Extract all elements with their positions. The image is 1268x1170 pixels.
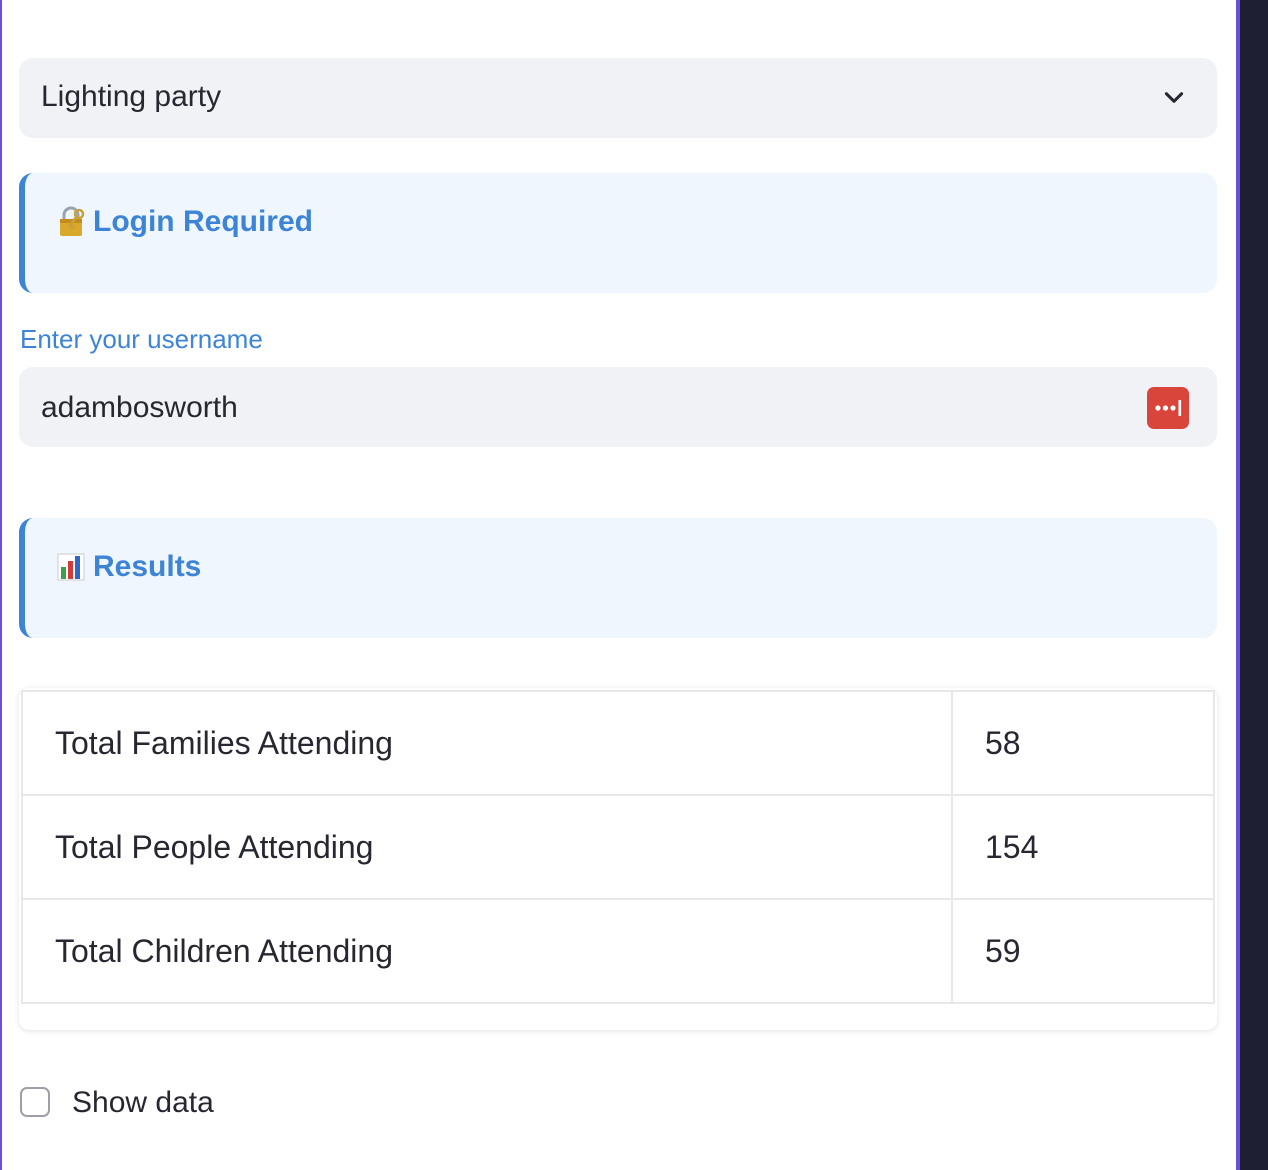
row-value: 59 <box>951 898 1215 1004</box>
login-required-heading: Login Required <box>55 205 313 239</box>
row-value: 58 <box>951 690 1215 796</box>
show-data-label[interactable]: Show data <box>72 1086 214 1120</box>
password-manager-icon[interactable] <box>1147 387 1189 429</box>
show-data-checkbox[interactable] <box>20 1087 50 1117</box>
table-row: Total Families Attending 58 <box>21 690 1215 796</box>
row-value: 154 <box>951 794 1215 900</box>
results-table: Total Families Attending 58 Total People… <box>21 690 1215 1004</box>
table-row: Total Children Attending 59 <box>21 898 1215 1004</box>
results-callout: Results <box>19 518 1217 638</box>
login-required-title: Login Required <box>93 205 313 238</box>
main-panel: Lighting party Login Required Enter your… <box>0 0 1240 1170</box>
username-label: Enter your username <box>20 324 263 354</box>
results-title: Results <box>93 550 202 583</box>
row-label: Total Families Attending <box>21 690 953 796</box>
locked-with-key-icon <box>55 206 87 238</box>
username-field[interactable] <box>19 367 1217 447</box>
results-table-container: Total Families Attending 58 Total People… <box>19 688 1217 1030</box>
event-select[interactable]: Lighting party <box>19 58 1217 138</box>
results-heading: Results <box>55 550 201 584</box>
row-label: Total People Attending <box>21 794 953 900</box>
login-required-callout: Login Required <box>19 173 1217 293</box>
table-row: Total People Attending 154 <box>21 794 1215 900</box>
bar-chart-icon <box>55 551 87 583</box>
chevron-down-icon[interactable] <box>1161 84 1187 110</box>
row-label: Total Children Attending <box>21 898 953 1004</box>
username-input[interactable] <box>41 391 1041 425</box>
event-select-value: Lighting party <box>41 80 222 113</box>
